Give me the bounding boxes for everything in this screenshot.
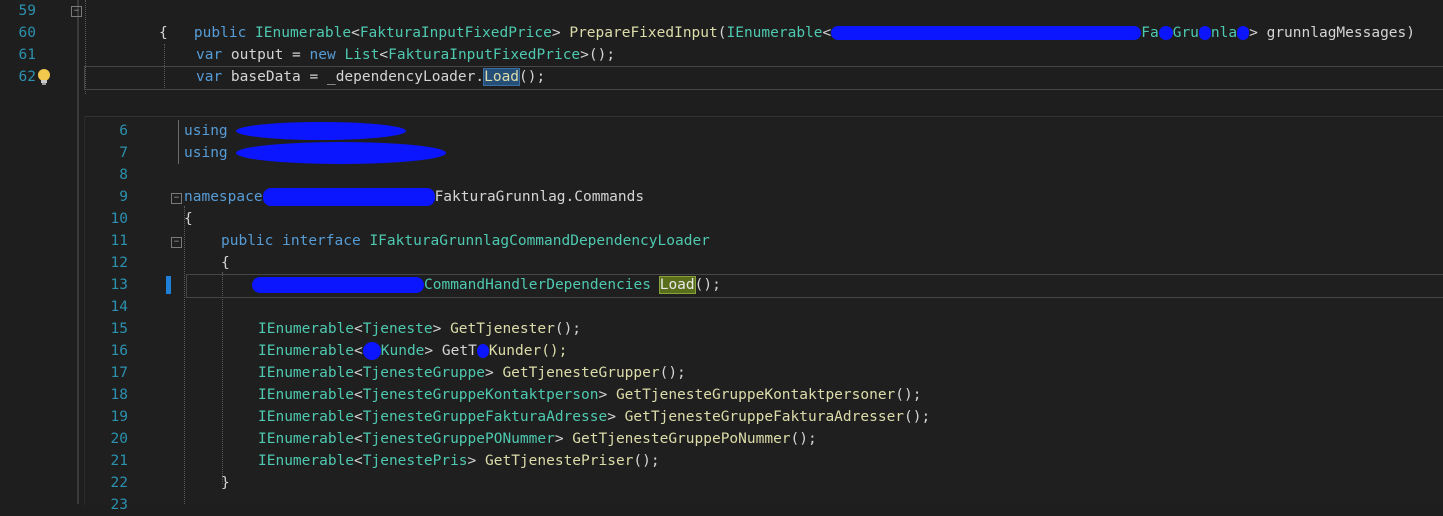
top-editor[interactable]: 59 60 61 62 − public IEnumerable<Faktura… <box>0 0 1443 94</box>
line-number: 13 <box>110 277 128 293</box>
code-line-17[interactable]: IEnumerable<TjenesteGruppe> GetTjenesteG… <box>258 362 686 384</box>
code-line-16[interactable]: IEnumerable< Kunde> GetT Kunder(); <box>258 340 567 362</box>
collapse-minus-icon[interactable]: − <box>71 6 82 17</box>
code-line-60[interactable]: { <box>159 22 168 44</box>
code-line-61[interactable]: var output = new List<FakturaInputFixedP… <box>196 44 615 66</box>
redaction-mark <box>476 344 489 358</box>
code-line-20[interactable]: IEnumerable<TjenesteGruppePONummer> GetT… <box>258 428 817 450</box>
code-line-22[interactable]: } <box>221 472 230 494</box>
line-number: 12 <box>110 255 128 271</box>
line-number: 17 <box>110 365 128 381</box>
line-number: 59 <box>18 3 36 19</box>
line-number: 11 <box>110 233 128 249</box>
line-number: 18 <box>110 387 128 403</box>
redaction-mark <box>1237 26 1250 40</box>
line-number: 16 <box>110 343 128 359</box>
code-line-7[interactable]: using <box>184 142 447 164</box>
redaction-mark <box>362 342 381 360</box>
line-number: 20 <box>110 431 128 447</box>
line-number: 19 <box>110 409 128 425</box>
line-number: 15 <box>110 321 128 337</box>
load-reference-highlight[interactable]: Load <box>483 68 521 86</box>
load-definition-highlight[interactable]: Load <box>658 276 696 294</box>
line-number: 8 <box>119 167 128 183</box>
line-number: 23 <box>110 497 128 513</box>
code-line-62[interactable]: var baseData = _dependencyLoader.Load(); <box>196 66 545 88</box>
collapse-minus-icon[interactable]: − <box>171 237 182 248</box>
redaction-mark <box>236 142 447 164</box>
line-number: 6 <box>119 123 128 139</box>
line-number: 9 <box>119 189 128 205</box>
code-line-9[interactable]: namespace FakturaGrunnlag.Commands <box>184 186 644 208</box>
redaction-mark <box>1158 26 1173 40</box>
redaction-mark <box>252 277 424 293</box>
code-line-19[interactable]: IEnumerable<TjenesteGruppeFakturaAdresse… <box>258 406 930 428</box>
code-line-21[interactable]: IEnumerable<TjenestePris> GetTjenestePri… <box>258 450 660 472</box>
code-line-11[interactable]: public interface IFakturaGrunnlagCommand… <box>221 230 710 252</box>
code-line-13[interactable]: CommandHandlerDependencies Load(); <box>252 274 721 296</box>
line-number: 22 <box>110 475 128 491</box>
collapse-minus-icon[interactable]: − <box>171 193 182 204</box>
change-marker <box>166 276 171 294</box>
code-line-18[interactable]: IEnumerable<TjenesteGruppeKontaktperson>… <box>258 384 922 406</box>
code-line-59[interactable]: public IEnumerable<FakturaInputFixedPric… <box>159 0 1415 41</box>
line-number: 10 <box>110 211 128 227</box>
code-line-12[interactable]: { <box>221 252 230 274</box>
line-number: 7 <box>119 145 128 161</box>
line-number: 60 <box>18 25 36 41</box>
code-line-6[interactable]: using <box>184 120 407 142</box>
redaction-mark <box>262 188 435 206</box>
lightbulb-icon[interactable] <box>37 68 51 86</box>
line-number: 61 <box>18 47 36 63</box>
line-number: 21 <box>110 453 128 469</box>
redaction-mark <box>236 122 407 140</box>
code-line-10[interactable]: { <box>184 208 193 230</box>
code-line-15[interactable]: IEnumerable<Tjeneste> GetTjenester(); <box>258 318 581 340</box>
redaction-mark <box>831 26 1142 40</box>
line-number: 62 <box>18 69 36 85</box>
redaction-mark <box>1198 26 1211 40</box>
line-number: 14 <box>110 299 128 315</box>
